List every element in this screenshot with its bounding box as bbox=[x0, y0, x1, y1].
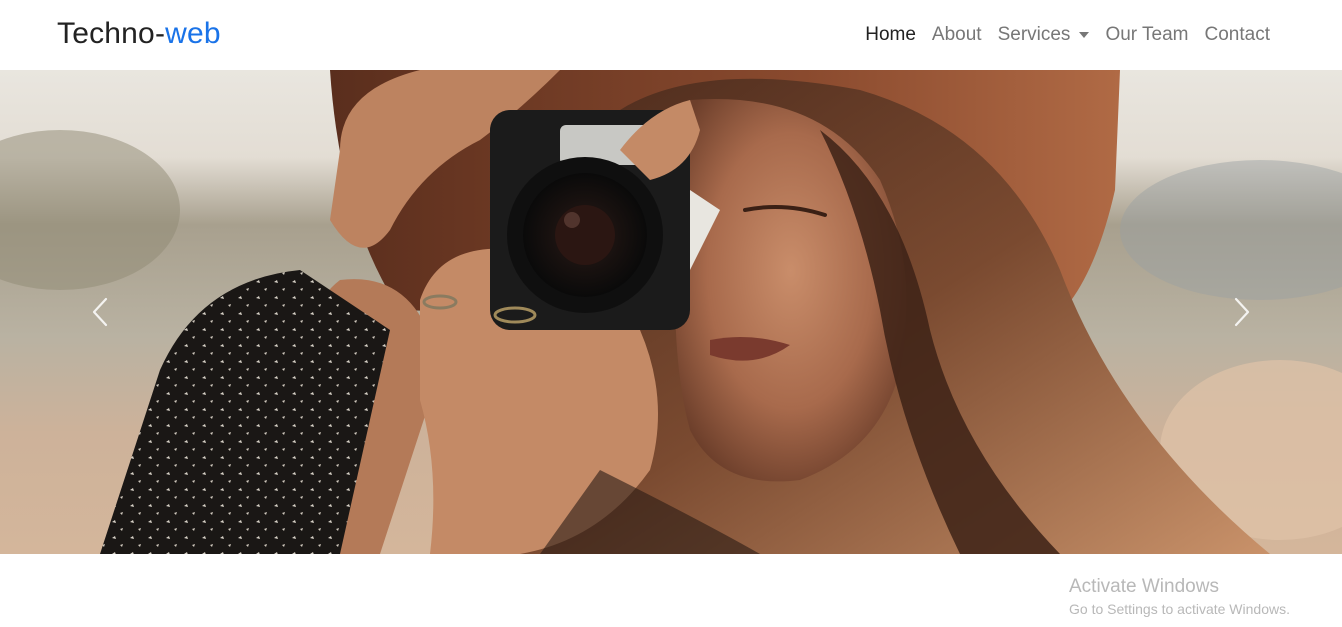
nav-link-home[interactable]: Home bbox=[857, 20, 924, 50]
nav-menu: Home About Services Our Team Contact bbox=[857, 20, 1278, 50]
nav-link-services-label: Services bbox=[997, 24, 1071, 45]
hero-carousel bbox=[0, 70, 1342, 554]
navbar: Techno-web Home About Services Our Team … bbox=[0, 0, 1342, 70]
brand-logo[interactable]: Techno-web bbox=[57, 14, 221, 54]
carousel-prev-button[interactable] bbox=[0, 70, 200, 554]
caret-down-icon bbox=[1079, 32, 1090, 38]
chevron-left-icon bbox=[92, 297, 108, 327]
watermark-subtitle: Go to Settings to activate Windows. bbox=[1069, 601, 1290, 617]
activate-windows-watermark: Activate Windows Go to Settings to activ… bbox=[1069, 576, 1290, 618]
watermark-title: Activate Windows bbox=[1069, 576, 1219, 597]
carousel-slide-image bbox=[0, 70, 1342, 554]
nav-link-contact[interactable]: Contact bbox=[1197, 20, 1278, 50]
nav-link-about[interactable]: About bbox=[924, 20, 990, 50]
brand-main-text: Techno- bbox=[57, 17, 166, 50]
carousel-next-button[interactable] bbox=[1142, 70, 1342, 554]
brand-accent-text: web bbox=[165, 17, 221, 50]
nav-dropdown-services[interactable]: Services bbox=[990, 20, 1098, 50]
nav-link-our-team[interactable]: Our Team bbox=[1097, 20, 1196, 50]
chevron-right-icon bbox=[1234, 297, 1250, 327]
